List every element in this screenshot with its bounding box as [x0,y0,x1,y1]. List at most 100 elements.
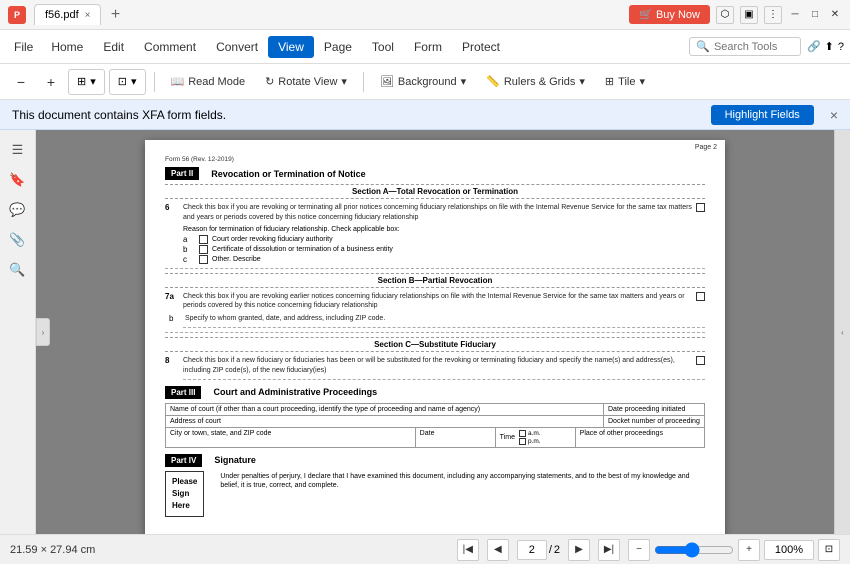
cb-a[interactable] [199,235,208,244]
cell-docket: Docket number of proceeding [604,416,704,427]
row6-checkbox[interactable] [696,203,705,212]
help-icon[interactable]: ? [838,41,844,53]
current-page-input[interactable] [517,540,547,560]
pdf-page: Form 56 (Rev. 12-2019) Page 2 Part II Re… [145,140,725,534]
cb-row-b: b Certificate of dissolution or terminat… [165,245,705,254]
sidebar-attachment-icon[interactable]: 📎 [6,228,30,252]
go-next-page-button[interactable]: ▶ [568,539,590,561]
app-logo: P [8,6,26,24]
expand-icon[interactable]: ⬆ [825,40,834,53]
go-prev-page-button[interactable]: ◀ [487,539,509,561]
menu-tool[interactable]: Tool [362,36,404,58]
zoom-in-button[interactable]: + [38,69,64,95]
marquee-dropdown[interactable]: ⊡ ▾ [109,69,146,95]
tile-icon: ⊞ [605,75,614,88]
sidebar-bookmark-icon[interactable]: 🔖 [6,168,30,192]
fit-page-button[interactable]: ⊡ [818,539,840,561]
part3-title: Court and Administrative Proceedings [213,387,377,397]
row7a-text: Check this box if you are revoking earli… [183,292,692,312]
cb-c[interactable] [199,255,208,264]
tab-close-button[interactable]: × [85,10,91,21]
sidebar-search-icon[interactable]: 🔍 [6,258,30,282]
document-area: Form 56 (Rev. 12-2019) Page 2 Part II Re… [36,130,834,534]
right-panel-toggle[interactable]: ‹ [834,130,850,534]
menu-protect[interactable]: Protect [452,36,510,58]
sub-b-label: b [183,245,195,254]
window-close-button[interactable]: ✕ [828,8,842,22]
rotate-label: Rotate View [278,76,337,88]
titlebar-icon-2[interactable]: ▣ [740,6,758,24]
tile-button[interactable]: ⊞ Tile ▾ [597,69,653,95]
background-label: Background [398,76,457,88]
menu-convert[interactable]: Convert [206,36,268,58]
new-tab-button[interactable]: + [105,5,125,25]
separator-1 [165,268,705,269]
separator-7b [183,327,705,328]
zoom-out-status-button[interactable]: − [628,539,650,561]
background-button[interactable]: 🖼 Background ▾ [372,69,474,95]
read-mode-button[interactable]: 📖 Read Mode [163,69,254,95]
sidebar-comment-icon[interactable]: 💬 [6,198,30,222]
part3-table: Name of court (if other than a court pro… [165,403,705,448]
reason-label: Reason for termination of fiduciary rela… [165,226,705,233]
view-layout-icon: ⊞ [77,75,86,88]
part4-title: Signature [214,455,256,465]
go-first-page-button[interactable]: |◀ [457,539,479,561]
menu-edit[interactable]: Edit [93,36,134,58]
row7a-checkbox[interactable] [696,292,705,301]
cb-b[interactable] [199,245,208,254]
cell-date-initiated: Date proceeding initiated [604,404,704,415]
minimize-button[interactable]: ─ [788,8,802,22]
tile-label: Tile [618,76,635,88]
menu-file[interactable]: File [6,36,41,58]
part4-label: Part IV [165,454,202,467]
row8-text: Check this box if a new fiduciary or fid… [183,356,692,376]
page-separator: / [549,544,552,556]
menu-home[interactable]: Home [41,36,93,58]
menu-bar: File Home Edit Comment Convert View Page… [0,30,850,64]
sidebar-nav-icon[interactable]: ☰ [6,138,30,162]
read-mode-label: Read Mode [188,76,245,88]
am-checkbox[interactable] [519,430,526,437]
row7b-text: Specify to whom granted, date, and addre… [185,314,705,324]
zoom-slider[interactable] [654,542,734,558]
menu-view[interactable]: View [268,36,314,58]
page-number-top: Page 2 [695,144,717,151]
zoom-in-status-button[interactable]: + [738,539,760,561]
row8-checkbox[interactable] [696,356,705,365]
menu-form[interactable]: Form [404,36,452,58]
go-last-page-button[interactable]: ▶| [598,539,620,561]
cell-city: City or town, state, and ZIP code [166,428,416,447]
cell-place: Place of other proceedings [576,428,704,447]
zoom-value-input[interactable] [764,540,814,560]
titlebar-icon-1[interactable]: ⬡ [716,6,734,24]
cb-row-c: c Other. Describe [165,255,705,264]
view-layout-arrow: ▾ [90,75,96,88]
total-pages: 2 [554,544,560,556]
maximize-button[interactable]: □ [808,8,822,22]
titlebar-menu-icon[interactable]: ⋮ [764,6,782,24]
rulers-button[interactable]: 📏 Rulers & Grids ▾ [478,69,593,95]
zoom-out-button[interactable]: − [8,69,34,95]
rotate-view-button[interactable]: ↻ Rotate View ▾ [257,69,355,95]
search-tools-input[interactable] [714,41,794,53]
table-row-2: Address of court Docket number of procee… [166,416,704,428]
menu-comment[interactable]: Comment [134,36,206,58]
tab-filename: f56.pdf [45,9,79,21]
pm-checkbox[interactable] [519,438,526,445]
menu-page[interactable]: Page [314,36,362,58]
view-layout-dropdown[interactable]: ⊞ ▾ [68,69,105,95]
notification-close-button[interactable]: × [830,107,838,123]
highlight-fields-button[interactable]: Highlight Fields [711,105,814,125]
toolbar-separator-1 [154,72,155,92]
sub-a-label: a [183,235,195,244]
left-panel-toggle[interactable]: › [36,318,50,346]
part2-header-row: Part II Revocation or Termination of Not… [165,167,705,180]
cell-address: Address of court [166,416,604,427]
active-tab[interactable]: f56.pdf × [34,4,101,25]
left-sidebar: ☰ 🔖 💬 📎 🔍 [0,130,36,534]
title-bar: P f56.pdf × + 🛒 Buy Now ⬡ ▣ ⋮ ─ □ ✕ [0,0,850,30]
sub-c-label: c [183,255,195,264]
external-link-icon[interactable]: 🔗 [807,40,821,53]
buy-now-button[interactable]: 🛒 Buy Now [629,5,710,24]
